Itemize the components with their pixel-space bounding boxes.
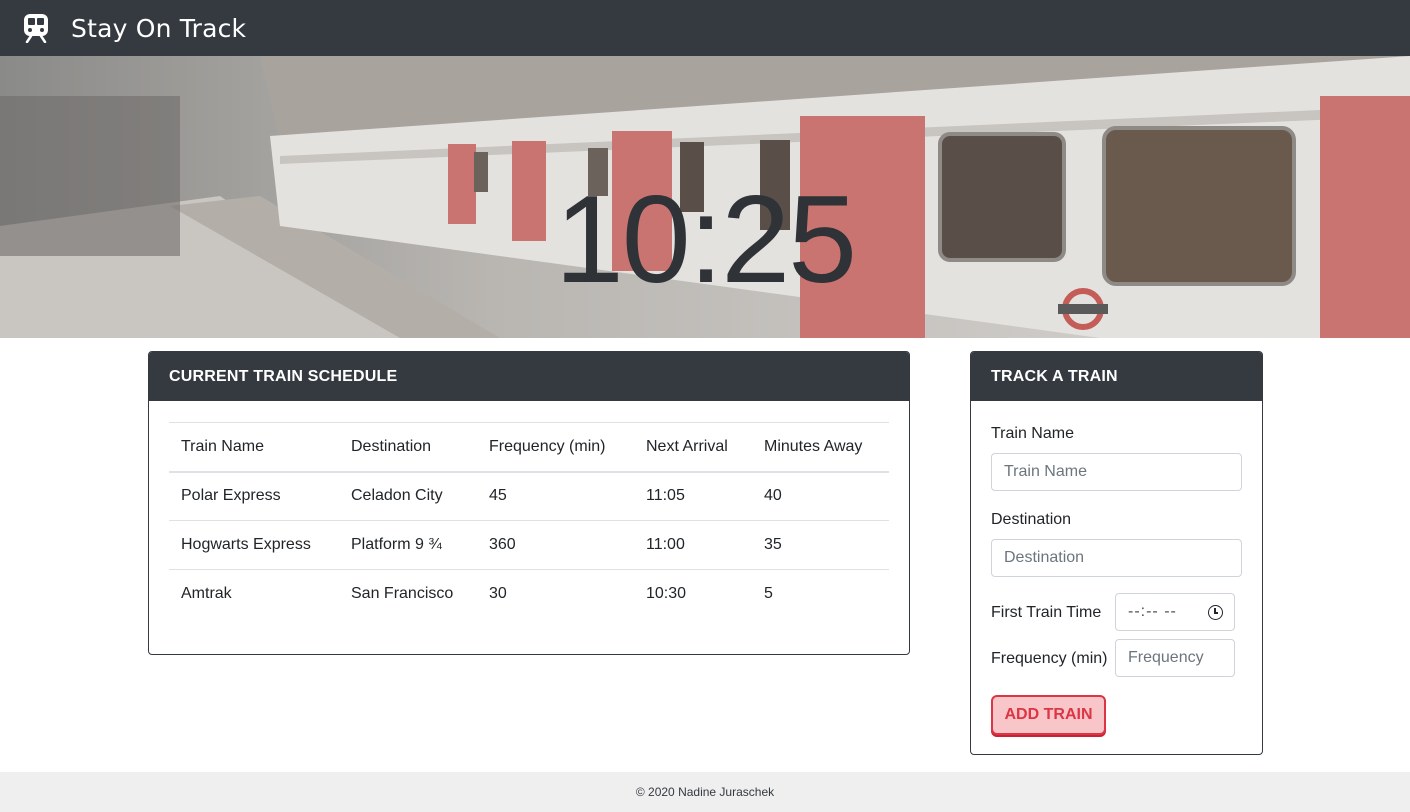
table-row: Amtrak San Francisco 30 10:30 5: [169, 570, 889, 619]
track-train-card: TRACK A TRAIN Train Name Train Name Dest…: [970, 351, 1263, 755]
train-schedule-card: CURRENT TRAIN SCHEDULE Train Name Destin…: [148, 351, 910, 655]
col-destination: Destination: [339, 422, 477, 473]
table-header-row: Train Name Destination Frequency (min) N…: [169, 422, 889, 473]
footer: © 2020 Nadine Juraschek: [0, 772, 1410, 812]
destination-placeholder: Destination: [1004, 549, 1085, 566]
train-name-input[interactable]: Train Name: [991, 453, 1242, 491]
cell-frequency: 45: [477, 471, 634, 521]
cell-destination: San Francisco: [351, 585, 454, 603]
hero-banner: 10:25: [0, 56, 1410, 338]
navbar: Stay On Track: [0, 0, 1410, 56]
frequency-placeholder: Frequency: [1128, 649, 1204, 666]
current-time-clock: 10:25: [554, 171, 857, 309]
schedule-header: CURRENT TRAIN SCHEDULE: [149, 352, 909, 401]
first-train-time-input[interactable]: --:-- --: [1115, 593, 1235, 631]
cell-minutes-away: 35: [752, 520, 889, 570]
destination-label: Destination: [991, 511, 1072, 528]
add-train-button[interactable]: ADD TRAIN: [991, 695, 1106, 735]
train-icon[interactable]: [22, 13, 50, 43]
brand-title[interactable]: Stay On Track: [71, 14, 246, 43]
frequency-label: Frequency (min): [991, 650, 1108, 667]
train-name-placeholder: Train Name: [1004, 463, 1087, 480]
destination-input[interactable]: Destination: [991, 539, 1242, 577]
cell-next-arrival: 11:00: [634, 520, 752, 570]
clock-icon[interactable]: [1208, 605, 1223, 620]
table-row: Hogwarts Express Platform 9 ¾ 360 11:00 …: [169, 520, 889, 570]
table-row: Polar Express Celadon City 45 11:05 40: [169, 471, 889, 521]
frequency-input[interactable]: Frequency: [1115, 639, 1235, 677]
col-next-arrival: Next Arrival: [634, 422, 752, 473]
cell-next-arrival: 10:30: [646, 585, 687, 603]
cell-train-name: Hogwarts Express: [169, 520, 339, 570]
cell-minutes-away: 5: [764, 585, 773, 603]
cell-frequency: 30: [489, 585, 507, 603]
time-value: --:-- --: [1128, 603, 1177, 620]
col-minutes-away: Minutes Away: [752, 422, 889, 473]
col-train-name: Train Name: [169, 422, 339, 473]
track-header: TRACK A TRAIN: [971, 352, 1262, 401]
schedule-table: Train Name Destination Frequency (min) N…: [169, 422, 889, 619]
cell-frequency: 360: [477, 520, 634, 570]
cell-train-name: Polar Express: [169, 471, 339, 521]
cell-destination: Celadon City: [339, 471, 477, 521]
col-frequency: Frequency (min): [477, 422, 634, 473]
train-name-label: Train Name: [991, 425, 1074, 442]
cell-train-name: Amtrak: [181, 585, 232, 603]
cell-next-arrival: 11:05: [634, 471, 752, 521]
cell-destination: Platform 9 ¾: [339, 520, 477, 570]
first-train-time-label: First Train Time: [991, 604, 1102, 621]
cell-minutes-away: 40: [752, 471, 889, 521]
